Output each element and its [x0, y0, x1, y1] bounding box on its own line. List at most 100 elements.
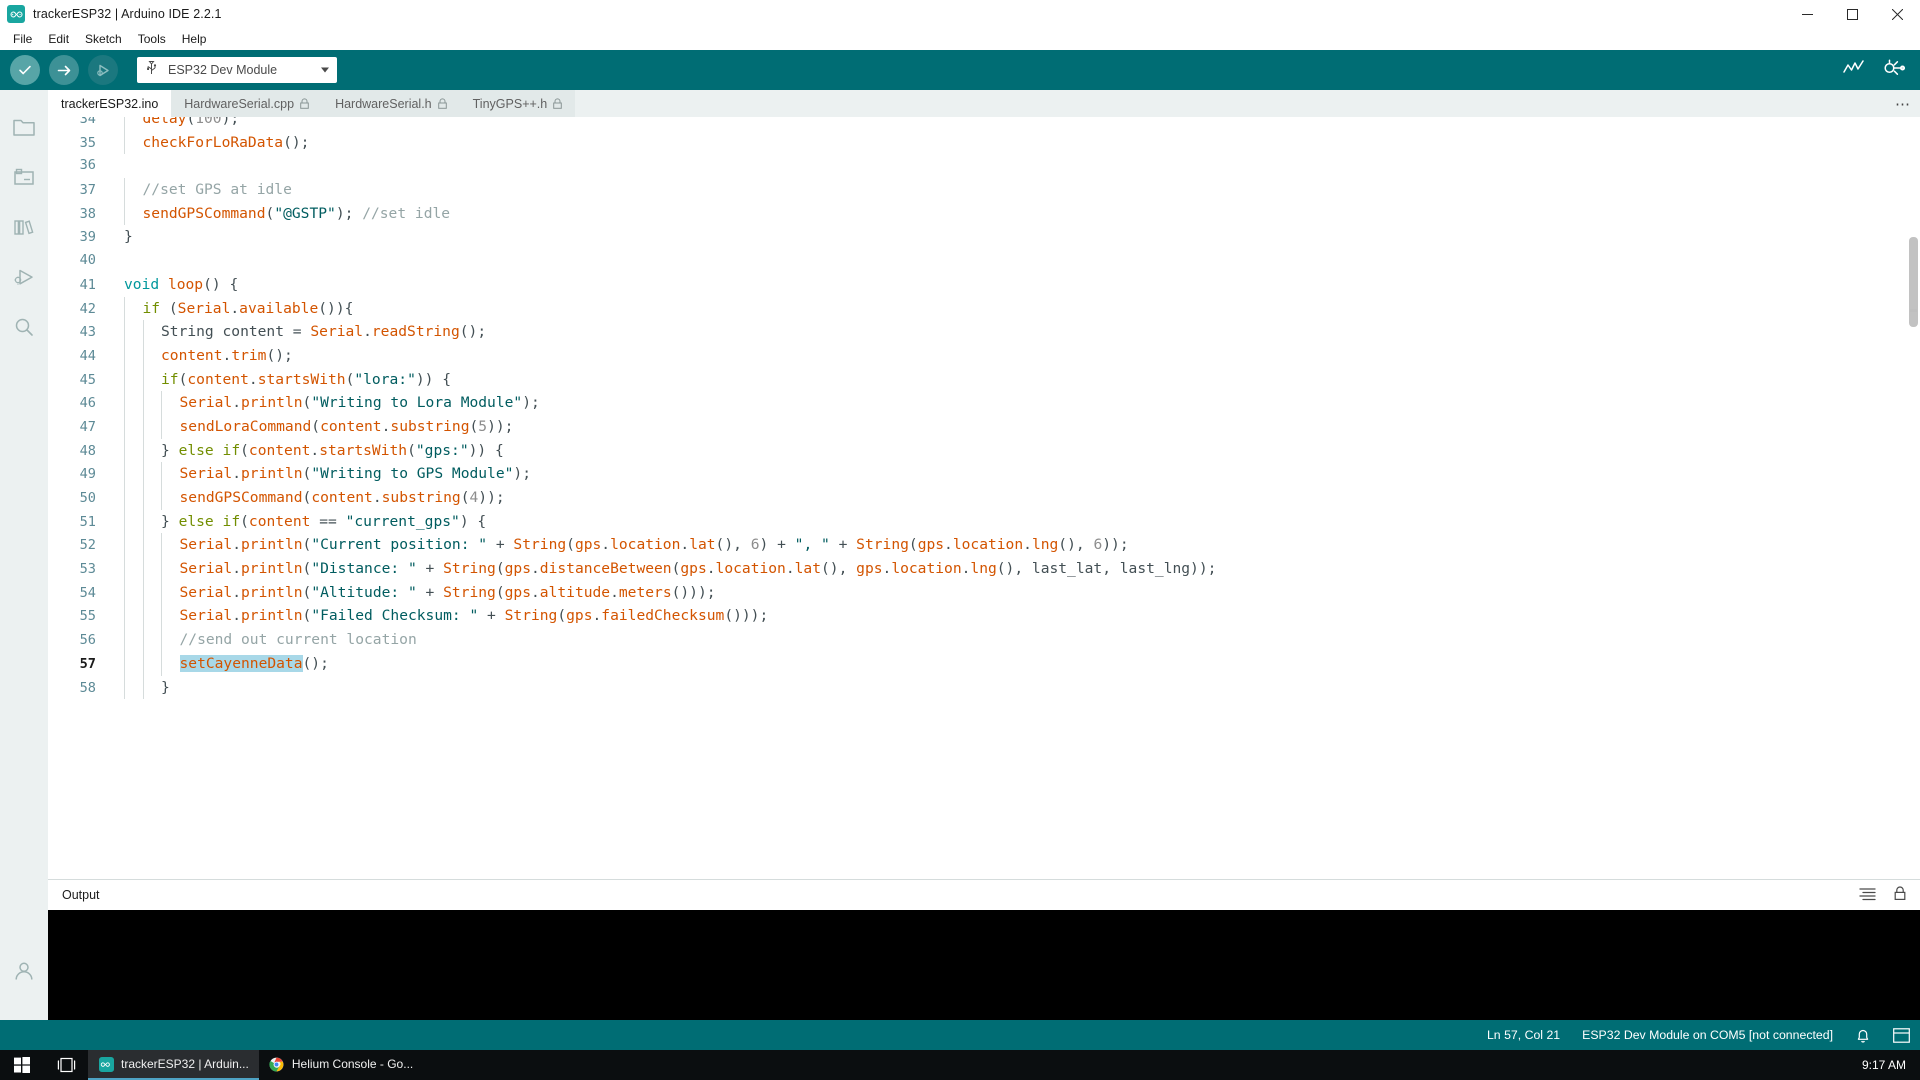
tabbar-more-button[interactable]: ⋯ — [1886, 90, 1920, 117]
editor-vertical-scrollbar[interactable] — [1907, 117, 1920, 879]
cursor-position[interactable]: Ln 57, Col 21 — [1487, 1028, 1560, 1042]
sidebar-item-library-manager[interactable] — [0, 204, 48, 254]
board-status[interactable]: ESP32 Dev Module on COM5 [not connected] — [1582, 1028, 1833, 1042]
bell-icon[interactable] — [1855, 1027, 1871, 1044]
code-line[interactable]: 52Serial.println("Current position: " + … — [48, 533, 1920, 557]
code-line-content[interactable]: String content = Serial.readString(); — [110, 320, 1920, 344]
code-line-content[interactable]: delay(100); — [110, 117, 1920, 131]
code-line[interactable]: 51} else if(content == "current_gps") { — [48, 510, 1920, 534]
code-line-content[interactable]: Serial.println("Failed Checksum: " + Str… — [110, 604, 1920, 628]
code-line-content[interactable]: } — [110, 676, 1920, 700]
code-token: 100 — [195, 117, 221, 127]
menu-sketch[interactable]: Sketch — [77, 29, 130, 49]
debug-button[interactable] — [88, 55, 118, 85]
code-token: )) { — [416, 371, 451, 388]
code-editor[interactable]: 34delay(100);35checkForLoRaData();3637//… — [48, 117, 1920, 879]
close-button[interactable] — [1875, 0, 1920, 28]
sidebar-item-account[interactable] — [0, 948, 48, 998]
code-lines[interactable]: 34delay(100);35checkForLoRaData();3637//… — [48, 117, 1920, 879]
minimize-button[interactable] — [1785, 0, 1830, 28]
chevron-down-icon[interactable] — [321, 68, 329, 73]
code-line-content[interactable]: } — [110, 225, 1920, 249]
verify-button[interactable] — [10, 55, 40, 85]
code-line[interactable]: 57setCayenneData(); — [48, 652, 1920, 676]
code-line[interactable]: 48} else if(content.startsWith("gps:")) … — [48, 439, 1920, 463]
code-line[interactable]: 53Serial.println("Distance: " + String(g… — [48, 557, 1920, 581]
code-line[interactable]: 40 — [48, 249, 1920, 273]
code-token: "Writing to Lora Module" — [311, 394, 522, 411]
serial-monitor-icon[interactable] — [1882, 59, 1906, 82]
code-line[interactable]: 37//set GPS at idle — [48, 178, 1920, 202]
code-line[interactable]: 35checkForLoRaData(); — [48, 131, 1920, 155]
tab-trackeresp32-ino[interactable]: trackerESP32.ino — [48, 90, 171, 117]
code-line[interactable]: 55Serial.println("Failed Checksum: " + S… — [48, 604, 1920, 628]
code-line-content[interactable]: } else if(content.startsWith("gps:")) { — [110, 439, 1920, 463]
code-line[interactable]: 47sendLoraCommand(content.substring(5)); — [48, 415, 1920, 439]
code-line[interactable]: 44content.trim(); — [48, 344, 1920, 368]
code-line-content[interactable]: sendGPSCommand(content.substring(4)); — [110, 486, 1920, 510]
panel-layout-icon[interactable] — [1893, 1028, 1910, 1043]
code-line-content[interactable]: //send out current location — [110, 628, 1920, 652]
upload-button[interactable] — [49, 55, 79, 85]
taskbar-app-chrome[interactable]: Helium Console - Go... — [259, 1050, 423, 1080]
menu-tools[interactable]: Tools — [130, 29, 174, 49]
taskbar-clock[interactable]: 9:17 AM — [1862, 1058, 1920, 1072]
maximize-button[interactable] — [1830, 0, 1875, 28]
code-line-content[interactable]: Serial.println("Writing to GPS Module"); — [110, 462, 1920, 486]
windows-start-icon[interactable] — [0, 1050, 44, 1080]
code-line-content[interactable]: setCayenneData(); — [110, 652, 1920, 676]
code-tokens: } else if(content == "current_gps") { — [161, 513, 486, 530]
sidebar-item-debug[interactable] — [0, 254, 48, 304]
code-line-content[interactable]: if(content.startsWith("lora:")) { — [110, 368, 1920, 392]
code-line-content[interactable]: } else if(content == "current_gps") { — [110, 510, 1920, 534]
code-token: ( — [469, 418, 478, 435]
tab-tinygpspp-h[interactable]: TinyGPS++.h — [460, 90, 576, 117]
board-selector[interactable]: ESP32 Dev Module — [137, 57, 337, 83]
output-console[interactable] — [48, 910, 1920, 1020]
code-token: == — [310, 513, 345, 530]
code-line[interactable]: 56//send out current location — [48, 628, 1920, 652]
clear-output-icon[interactable] — [1859, 887, 1876, 904]
code-line[interactable]: 38sendGPSCommand("@GSTP"); //set idle — [48, 202, 1920, 226]
code-line-content[interactable]: content.trim(); — [110, 344, 1920, 368]
code-line[interactable]: 49Serial.println("Writing to GPS Module"… — [48, 462, 1920, 486]
menu-help[interactable]: Help — [174, 29, 215, 49]
sidebar-item-sketchbook[interactable] — [0, 104, 48, 154]
code-line-content[interactable]: Serial.println("Distance: " + String(gps… — [110, 557, 1920, 581]
code-line-content[interactable]: //set GPS at idle — [110, 178, 1920, 202]
code-line[interactable]: 46Serial.println("Writing to Lora Module… — [48, 391, 1920, 415]
code-line[interactable]: 34delay(100); — [48, 117, 1920, 131]
tab-hardwareserial-h[interactable]: HardwareSerial.h — [322, 90, 460, 117]
menu-edit[interactable]: Edit — [40, 29, 77, 49]
tab-hardwareserial-cpp[interactable]: HardwareSerial.cpp — [171, 90, 322, 117]
code-line-content[interactable]: Serial.println("Writing to Lora Module")… — [110, 391, 1920, 415]
code-token: location — [716, 560, 786, 577]
scrollbar-thumb[interactable] — [1909, 237, 1918, 327]
code-line[interactable]: 39} — [48, 225, 1920, 249]
sidebar-item-boards-manager[interactable] — [0, 154, 48, 204]
task-view-icon[interactable] — [44, 1050, 88, 1080]
autoscroll-lock-icon[interactable] — [1894, 886, 1906, 904]
code-line-content[interactable]: void loop() { — [110, 273, 1920, 297]
code-line[interactable]: 45if(content.startsWith("lora:")) { — [48, 368, 1920, 392]
sidebar-item-search[interactable] — [0, 304, 48, 354]
code-line-content[interactable]: sendGPSCommand("@GSTP"); //set idle — [110, 202, 1920, 226]
code-line[interactable]: 50sendGPSCommand(content.substring(4)); — [48, 486, 1920, 510]
code-line[interactable]: 43String content = Serial.readString(); — [48, 320, 1920, 344]
menu-file[interactable]: File — [5, 29, 40, 49]
code-line[interactable]: 42if (Serial.available()){ — [48, 297, 1920, 321]
code-line[interactable]: 58} — [48, 676, 1920, 700]
code-line-content[interactable]: checkForLoRaData(); — [110, 131, 1920, 155]
code-line[interactable]: 54Serial.println("Altitude: " + String(g… — [48, 581, 1920, 605]
code-token: . — [363, 323, 372, 340]
code-line[interactable]: 41void loop() { — [48, 273, 1920, 297]
code-token: gps — [575, 536, 601, 553]
serial-plotter-icon[interactable] — [1843, 59, 1864, 82]
taskbar-app-arduino[interactable]: trackerESP32 | Arduin... — [88, 1050, 259, 1080]
code-line-content[interactable]: Serial.println("Altitude: " + String(gps… — [110, 581, 1920, 605]
code-line-content[interactable]: if (Serial.available()){ — [110, 297, 1920, 321]
code-line-content[interactable]: sendLoraCommand(content.substring(5)); — [110, 415, 1920, 439]
code-token: lat — [795, 560, 821, 577]
code-line[interactable]: 36 — [48, 154, 1920, 178]
code-line-content[interactable]: Serial.println("Current position: " + St… — [110, 533, 1920, 557]
